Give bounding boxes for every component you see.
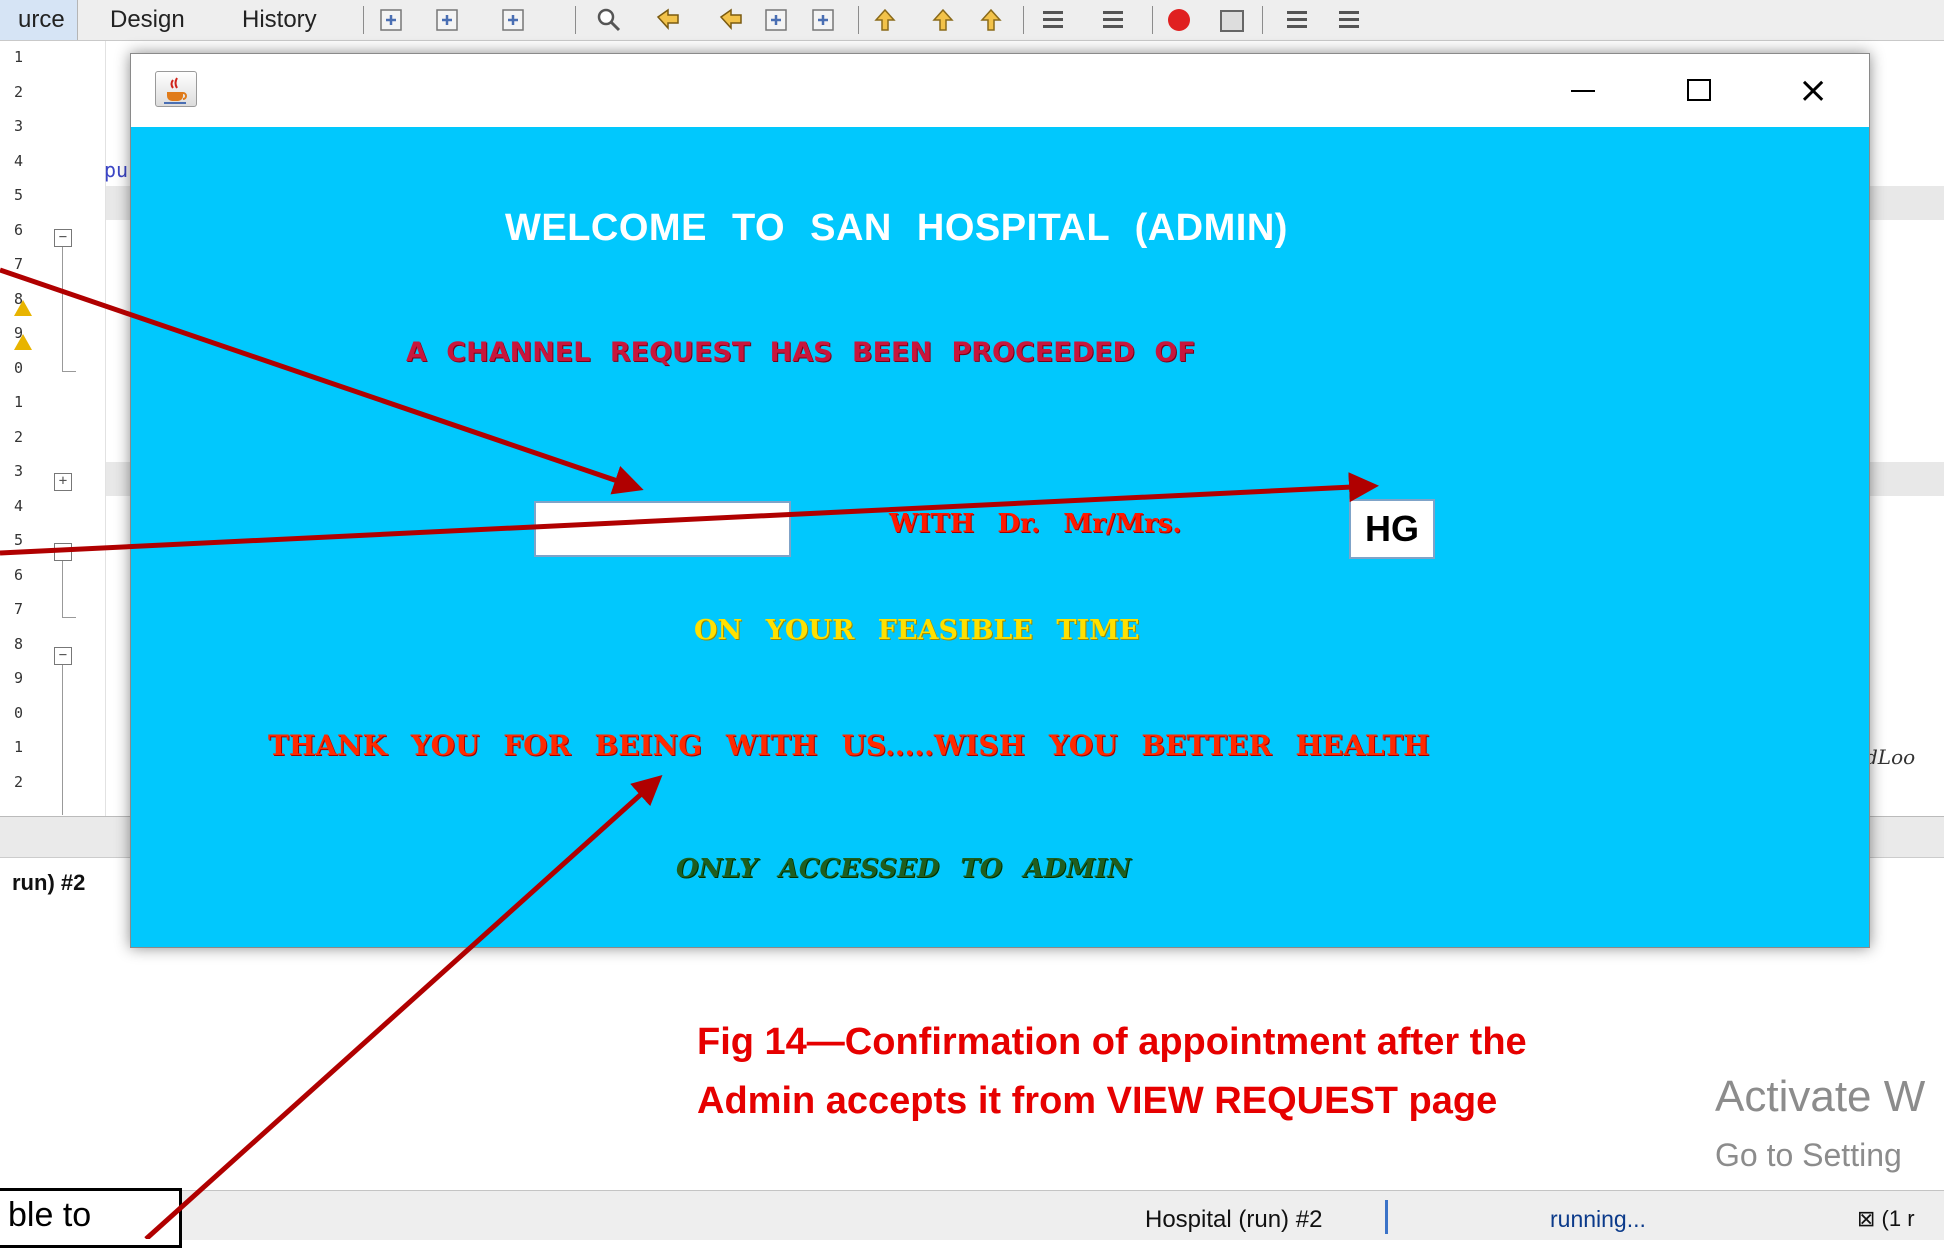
arrow-to-admin-label	[144, 774, 663, 1239]
annotation-arrows	[0, 267, 1379, 1239]
arrow-to-doctor-field	[0, 472, 1379, 556]
arrow-to-patient-field	[0, 267, 644, 495]
